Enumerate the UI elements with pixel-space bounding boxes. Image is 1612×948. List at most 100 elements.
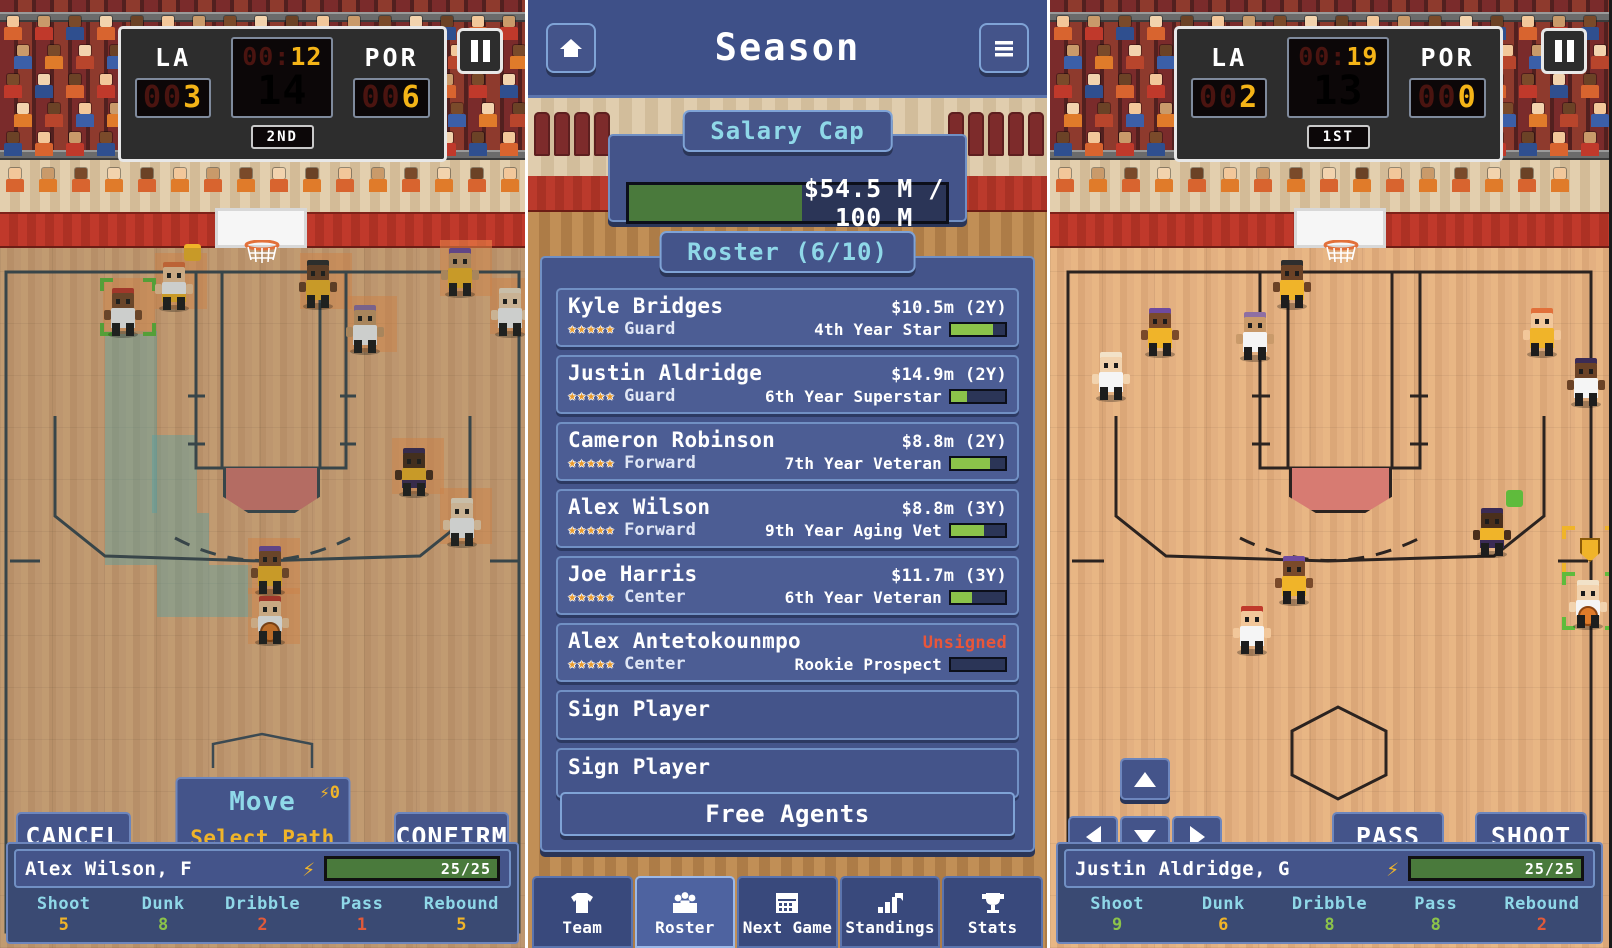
table-row[interactable]: Justin Aldridge $14.9m (2Y) ★★★★★ Guard 6th … (556, 355, 1019, 414)
stat-dunk: Dunk 8 (141, 894, 185, 935)
player-sprite[interactable] (394, 446, 434, 498)
crowd-fan (97, 85, 115, 98)
player-sprite[interactable] (1272, 258, 1312, 310)
player-sprite[interactable] (345, 303, 385, 355)
player-sprite[interactable] (442, 496, 482, 548)
nav-item-stats[interactable]: Stats (942, 876, 1043, 948)
scoreboard-home: LA 002 (1191, 43, 1268, 118)
sign-player-slot[interactable]: Sign Player (556, 690, 1019, 740)
table-row[interactable]: Joe Harris $11.7m (3Y) ★★★★★ Center 6th Year… (556, 556, 1019, 615)
crowd-fan (1551, 179, 1569, 192)
crowd-fan (1554, 168, 1566, 179)
player-sprite[interactable] (298, 258, 338, 310)
crowd-fan (207, 168, 219, 179)
crowd-fan (471, 168, 483, 179)
table-row[interactable]: Alex Wilson $8.8m (3Y) ★★★★★ Forward 9th Yea… (556, 489, 1019, 548)
crowd-fan (472, 16, 484, 27)
crowd-fan (1389, 168, 1401, 179)
crowd-fan (38, 16, 50, 27)
table-row[interactable]: Kyle Bridges $10.5m (2Y) ★★★★★ Guard 4th Yea… (556, 288, 1019, 347)
sign-player-slot[interactable]: Sign Player (556, 748, 1019, 798)
crowd-fan (45, 114, 63, 127)
nav-item-next-game[interactable]: Next Game (737, 876, 838, 948)
player-sprite[interactable] (490, 286, 525, 338)
player-sprite[interactable] (440, 246, 480, 298)
pause-icon (470, 40, 478, 62)
player-name: Cameron Robinson (568, 428, 776, 452)
roster-list[interactable]: Kyle Bridges $10.5m (2Y) ★★★★★ Guard 4th Yea… (556, 288, 1019, 840)
action-energy-cost: ⚡0 (319, 783, 341, 803)
table-row[interactable]: Cameron Robinson $8.8m (2Y) ★★★★★ Forward 7t… (556, 422, 1019, 481)
crowd-fan (38, 132, 50, 143)
pause-button[interactable] (1541, 28, 1587, 74)
player-sprite[interactable] (1235, 310, 1275, 362)
crowd-fan (1553, 132, 1565, 143)
crowd-fan (1550, 85, 1568, 98)
season-header: Season (528, 0, 1047, 98)
player-name: Justin Aldridge (568, 361, 763, 385)
crowd-fan (14, 56, 32, 69)
crowd-fan (1095, 114, 1113, 127)
hoop-left (243, 239, 281, 264)
energy-bar: 25/25 (324, 856, 500, 881)
crowd-fan (35, 85, 53, 98)
home-button[interactable] (546, 22, 596, 73)
player-position: Guard (624, 319, 676, 339)
crowd-fan (237, 179, 255, 192)
crowd-fan (1057, 74, 1069, 85)
crowd-fan (1122, 179, 1140, 192)
free-agents-button[interactable]: Free Agents (560, 792, 1015, 836)
crowd-fan (273, 168, 285, 179)
pause-button[interactable] (457, 28, 503, 74)
crowd-fan (504, 168, 516, 179)
crowd-fan (7, 16, 19, 27)
player-sprite-ballhandler[interactable] (250, 594, 290, 646)
crowd-fan (482, 103, 494, 114)
bottom-nav[interactable]: Team Roster Next Game Standings Stats (528, 876, 1047, 948)
player-sprite[interactable] (1566, 356, 1606, 408)
crowd-fan (1059, 168, 1071, 179)
player-sprite[interactable] (103, 286, 143, 338)
crowd-fan (97, 143, 115, 156)
season-panel: Season Salary Cap $54.5 M / 100 M Roster… (525, 0, 1050, 948)
crowd-fan (405, 168, 417, 179)
star-rating-icon: ★★★★★ (568, 656, 616, 672)
period-indicator: 1ST (1306, 125, 1370, 149)
action-title: Move (229, 787, 296, 817)
star-rating-icon: ★★★★★ (568, 522, 616, 538)
nav-item-standings[interactable]: Standings (839, 876, 941, 948)
crowd-fan (1581, 85, 1599, 98)
player-sprite-ballhandler[interactable] (1568, 578, 1608, 630)
player-sprite[interactable] (1232, 604, 1272, 656)
player-sprite[interactable] (1091, 350, 1131, 402)
salary-cap-bar: $54.5 M / 100 M (626, 174, 949, 232)
crowd-fan (1157, 56, 1175, 69)
crowd-fan (1085, 85, 1103, 98)
nav-item-team[interactable]: Team (532, 876, 633, 948)
crowd-fan (1522, 132, 1534, 143)
crowd-fan (1584, 74, 1596, 85)
crowd-fan (1287, 179, 1305, 192)
crowd-fan (42, 168, 54, 179)
crowd-fan (1150, 16, 1162, 27)
stat-shoot: Shoot 9 (1090, 894, 1144, 935)
shot-clock: 14 (257, 68, 308, 114)
player-position: Forward (624, 520, 696, 540)
player-sprite[interactable] (1472, 490, 1523, 558)
player-sprite[interactable] (1274, 554, 1314, 606)
crowd-fan (1386, 179, 1404, 192)
crowd-fan (72, 179, 90, 192)
energy-bolt-icon: ⚡ (1386, 856, 1399, 881)
menu-button[interactable] (979, 22, 1029, 73)
table-row[interactable]: Alex Antetokounmpo Unsigned ★★★★★ Center Roo… (556, 623, 1019, 682)
player-sprite[interactable] (154, 244, 201, 312)
crowd-fan (1088, 16, 1100, 27)
nav-item-roster[interactable]: Roster (634, 876, 736, 948)
player-sprite[interactable] (1140, 306, 1180, 358)
nav-item-label: Next Game (742, 918, 833, 937)
crowd-fan (1323, 168, 1335, 179)
dpad-up-button[interactable] (1120, 758, 1170, 800)
player-sprite[interactable] (1522, 306, 1562, 358)
player-sprite[interactable] (250, 544, 290, 596)
stat-rebound: Rebound 2 (1504, 894, 1580, 935)
